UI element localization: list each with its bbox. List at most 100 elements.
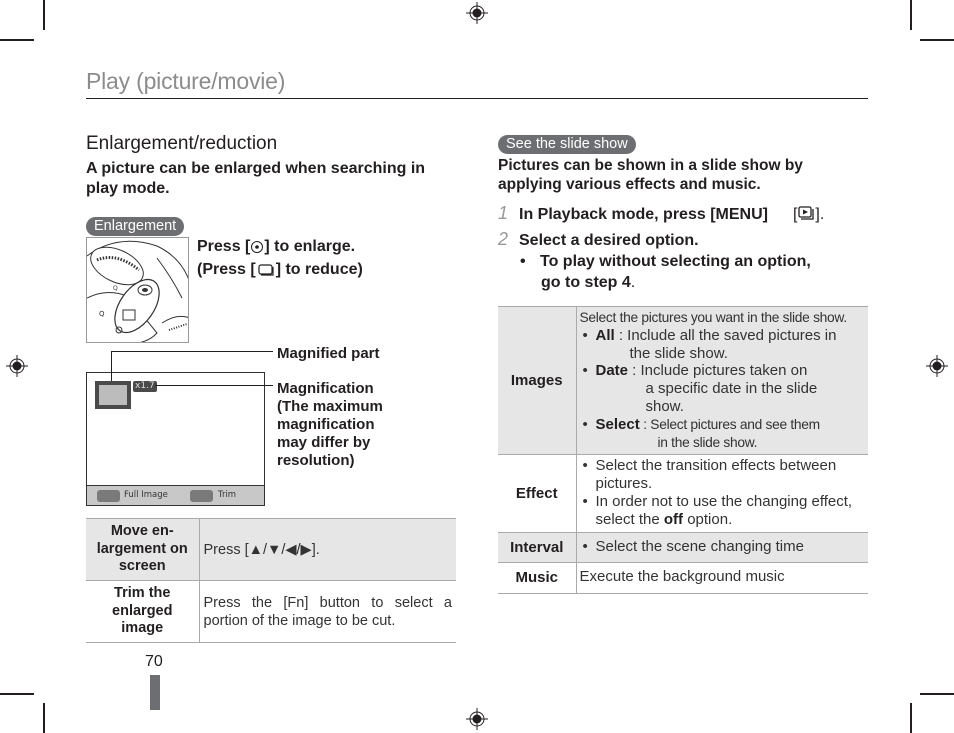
step-bracket-close: ]. (815, 206, 825, 223)
option-text: : Include all the saved pictures in (614, 326, 837, 344)
table-row: Music Execute the background music (498, 561, 868, 594)
menu-button-label: [MENU] (710, 206, 768, 223)
key-line: screen (118, 558, 166, 575)
effect-bullet: In order not to use the changing effect,… (580, 493, 866, 529)
table-value: Execute the background music (576, 561, 868, 594)
magnified-area-indicator (95, 381, 131, 409)
full-image-label: Full Image (124, 490, 168, 500)
press-enlarge-line: Press [ ] to enlarge. (197, 235, 363, 258)
trim-label: Trim (218, 490, 237, 500)
callout-line (111, 351, 112, 381)
title-divider (86, 98, 868, 99)
callout-line-text: (The maximum (277, 398, 383, 415)
callout-line (155, 385, 273, 386)
camera-illustration: Q Q (86, 237, 189, 343)
zoom-instructions: Press [ ] to enlarge. (Press [ ] to reduce… (197, 235, 363, 281)
table-value: Select the scene changing time (576, 531, 868, 563)
table-key: Move en- largement on screen (86, 518, 200, 581)
option-text: option. (683, 510, 733, 528)
images-option-select: Select : Select pictures and see them (580, 416, 866, 434)
svg-text:Q: Q (113, 285, 118, 292)
key-line: image (121, 620, 164, 637)
option-text: the slide show. (629, 344, 728, 362)
table-key: Interval (498, 531, 577, 563)
callout-line-text: may differ by (277, 434, 371, 451)
images-option-all: All : Include all the saved pictures in (580, 327, 866, 345)
crop-mark (910, 0, 912, 30)
images-option-date: Date : Include pictures taken on (580, 362, 866, 380)
press-reduce-prefix: (Press [ (197, 261, 256, 278)
crop-mark (920, 693, 954, 695)
press-enlarge-prefix: Press [ (197, 238, 251, 255)
option-text: show. (645, 397, 684, 415)
key-line: Move en- (110, 523, 174, 540)
option-text: in the slide show. (657, 434, 758, 450)
note-text: go to (541, 274, 585, 291)
page-tab-marker (150, 675, 160, 710)
table-row: Effect Select the transition effects bet… (498, 454, 868, 533)
step-1: 1 In Playback mode, press [MENU][]. (498, 203, 824, 225)
off-option-label: off (663, 510, 684, 528)
effect-bullet: Select the transition effects between pi… (580, 457, 866, 493)
table-value: Press [▲/▼/◀/▶]. (199, 518, 456, 581)
ok-button-icon (251, 241, 264, 253)
registration-mark-icon (466, 708, 488, 730)
images-lead-text: Select the pictures you want in the slid… (579, 310, 848, 325)
option-text: : Select pictures and see them (639, 416, 820, 432)
magnification-label: x1.7 (133, 381, 157, 392)
press-reduce-line: (Press [ ] to reduce) (197, 258, 363, 281)
callout-line-text: magnification (277, 416, 375, 433)
registration-mark-icon (926, 355, 948, 377)
registration-mark-icon (466, 2, 488, 24)
callout-line-text: Magnification (277, 380, 374, 397)
magnification-callout: Magnification (The maximum magnification… (277, 380, 383, 470)
crop-mark (0, 39, 34, 41)
interval-bullet: Select the scene changing time (580, 538, 866, 556)
lcd-button-bar: Full Image Trim (87, 485, 264, 505)
table-value: Select the pictures you want in the slid… (576, 305, 868, 456)
bullet-icon: • (520, 253, 526, 270)
slide-show-options-table: Images Select the pictures you want in t… (498, 305, 868, 594)
table-row: Trim the enlarged image Press the [Fn] b… (86, 580, 456, 643)
trim-button (190, 490, 213, 502)
key-line: Trim the (114, 585, 171, 602)
registration-mark-icon (6, 355, 28, 377)
press-enlarge-suffix: ] to enlarge. (264, 238, 356, 255)
enlargement-options-table: Move en- largement on screen Press [▲/▼/… (86, 518, 456, 643)
crop-mark (43, 703, 45, 733)
full-image-button (97, 490, 120, 502)
press-reduce-suffix: ] to reduce) (275, 261, 363, 278)
key-line: largement on (96, 540, 188, 557)
callout-line-text: resolution) (277, 452, 355, 469)
crop-mark (910, 703, 912, 733)
crop-mark (0, 693, 34, 695)
table-key: Images (498, 305, 577, 456)
option-text: : Include pictures taken on (628, 362, 808, 380)
key-line: enlarged (112, 602, 173, 619)
note-text: . (630, 274, 636, 291)
step-2: 2 Select a desired option. (498, 229, 699, 251)
step-text: In Playback mode, press (519, 206, 711, 223)
table-key: Music (498, 561, 577, 594)
table-row: Images Select the pictures you want in t… (498, 305, 868, 456)
thumbnail-button-icon (258, 264, 274, 276)
camera-dial-icon: Q Q (87, 240, 188, 342)
section-heading: Enlargement/reduction (86, 133, 278, 154)
table-value: Press the [Fn] button to select a portio… (199, 580, 456, 643)
note-line: go to step 4. (520, 272, 811, 293)
step-2-note: • To play without selecting an option, go… (520, 251, 811, 293)
table-key: Trim the enlarged image (86, 580, 200, 643)
option-label: Select (595, 415, 640, 433)
page-title: Play (picture/movie) (86, 68, 286, 94)
step-4-link: step 4 (584, 274, 631, 291)
slide-show-badge: See the slide show (498, 135, 636, 154)
section-intro: A picture can be enlarged when searching… (86, 160, 426, 197)
crop-mark (920, 39, 954, 41)
option-text: a specific date in the slide (645, 380, 818, 398)
slide-show-intro: Pictures can be shown in a slide show by… (498, 157, 803, 193)
svg-text:Q: Q (99, 310, 105, 318)
table-value: Select the transition effects between pi… (576, 454, 868, 533)
note-text: To play without selecting an option, (540, 253, 811, 270)
note-line: • To play without selecting an option, (520, 251, 811, 272)
crop-mark (43, 0, 45, 30)
